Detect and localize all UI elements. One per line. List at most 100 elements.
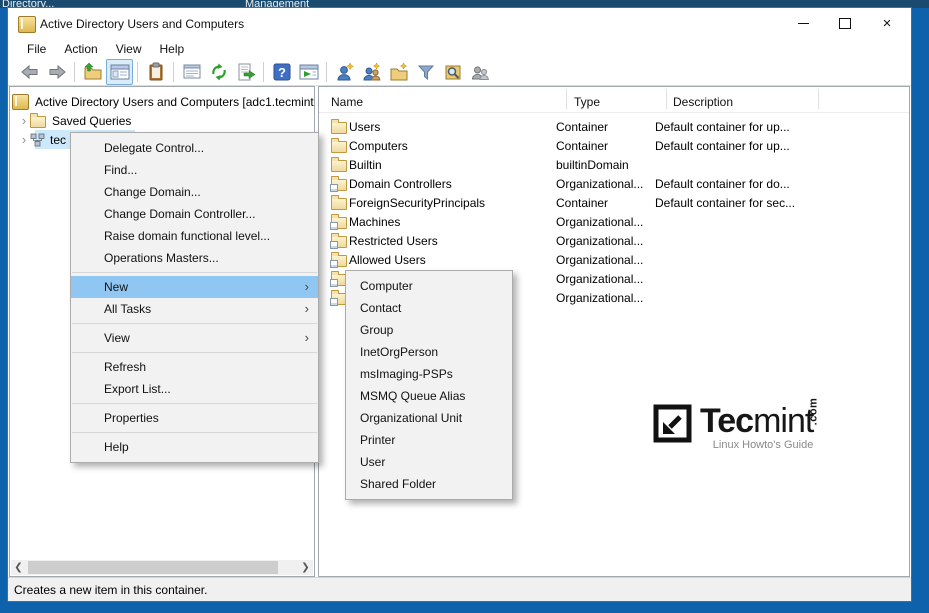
tree-node-label: tec bbox=[50, 132, 67, 147]
console-window-button[interactable] bbox=[295, 59, 322, 85]
menu-item-change-domain-controller[interactable]: Change Domain Controller... bbox=[71, 203, 318, 225]
filter-icon bbox=[417, 65, 434, 80]
submenu-item-organizational-unit[interactable]: Organizational Unit bbox=[346, 407, 512, 429]
menu-item-raise-domain-functional-level[interactable]: Raise domain functional level... bbox=[71, 225, 318, 247]
submenu-item-printer[interactable]: Printer bbox=[346, 429, 512, 451]
expand-chevron-icon[interactable]: › bbox=[18, 132, 30, 147]
new-group-icon bbox=[362, 61, 380, 80]
new-user-icon bbox=[336, 61, 354, 80]
column-divider[interactable] bbox=[566, 89, 567, 109]
back-arrow-icon bbox=[20, 64, 37, 79]
table-row[interactable]: Computers Container Default container fo… bbox=[319, 136, 909, 155]
titlebar[interactable]: Active Directory Users and Computers × bbox=[8, 8, 911, 40]
row-type: Container bbox=[556, 119, 609, 134]
clipboard-button[interactable] bbox=[142, 59, 169, 85]
menu-item-operations-masters[interactable]: Operations Masters... bbox=[71, 247, 318, 269]
menubar: File Action View Help bbox=[8, 40, 921, 58]
forward-button[interactable] bbox=[43, 59, 70, 85]
column-divider[interactable] bbox=[666, 89, 667, 109]
submenu-item-msimaging-psps[interactable]: msImaging-PSPs bbox=[346, 363, 512, 385]
row-type: Organizational... bbox=[556, 214, 644, 229]
table-row[interactable]: Users Container Default container for up… bbox=[319, 117, 909, 136]
toolbar-separator bbox=[326, 61, 327, 82]
menu-item-change-domain[interactable]: Change Domain... bbox=[71, 181, 318, 203]
menu-item-find[interactable]: Find... bbox=[71, 159, 318, 181]
scrollbar-track[interactable] bbox=[26, 560, 298, 575]
menu-item-properties[interactable]: Properties bbox=[71, 407, 318, 429]
advanced-users-button[interactable] bbox=[466, 59, 493, 85]
new-organizational-unit-button[interactable] bbox=[385, 59, 412, 85]
background-window-title-right: Management bbox=[245, 0, 310, 8]
new-group-button[interactable] bbox=[358, 59, 385, 85]
help-icon: ? bbox=[273, 63, 290, 80]
open-parent-folder-icon bbox=[83, 62, 101, 79]
submenu-item-computer[interactable]: Computer bbox=[346, 275, 512, 297]
table-row[interactable]: ForeignSecurityPrincipals Container Defa… bbox=[319, 193, 909, 212]
organizational-unit-icon bbox=[330, 233, 347, 249]
maximize-button[interactable] bbox=[824, 10, 866, 36]
menu-item-export-list[interactable]: Export List... bbox=[71, 378, 318, 400]
refresh-icon bbox=[211, 63, 226, 80]
scroll-left-arrow-icon[interactable]: ❮ bbox=[11, 560, 26, 575]
table-row[interactable]: Machines Organizational... bbox=[319, 212, 909, 231]
table-row[interactable]: Domain Controllers Organizational... Def… bbox=[319, 174, 909, 193]
submenu-item-shared-folder[interactable]: Shared Folder bbox=[346, 473, 512, 495]
menu-action[interactable]: Action bbox=[55, 40, 106, 58]
tree-node-saved-queries[interactable]: › Saved Queries bbox=[18, 111, 131, 130]
row-name: Domain Controllers bbox=[349, 176, 452, 191]
menu-item-delegate-control[interactable]: Delegate Control... bbox=[71, 137, 318, 159]
menu-view[interactable]: View bbox=[107, 40, 151, 58]
row-name: Machines bbox=[349, 214, 401, 229]
row-description: Default container for up... bbox=[655, 138, 790, 153]
list-window-button[interactable] bbox=[178, 59, 205, 85]
row-type: builtinDomain bbox=[556, 157, 629, 172]
close-button[interactable]: × bbox=[866, 10, 908, 36]
menu-item-refresh[interactable]: Refresh bbox=[71, 356, 318, 378]
export-list-button[interactable] bbox=[232, 59, 259, 85]
tree-root-node[interactable]: Active Directory Users and Computers [ad… bbox=[12, 92, 314, 111]
forward-arrow-icon bbox=[49, 64, 66, 79]
table-row[interactable]: Allowed Users Organizational... bbox=[319, 250, 909, 269]
filter-button[interactable] bbox=[412, 59, 439, 85]
submenu-chevron-icon: › bbox=[304, 279, 309, 294]
menu-item-help[interactable]: Help bbox=[71, 436, 318, 458]
domain-icon bbox=[30, 133, 45, 146]
menu-item-view[interactable]: View › bbox=[71, 327, 318, 349]
background-window-titlebar: Directory... Management bbox=[0, 0, 929, 8]
open-parent-folder-button[interactable] bbox=[79, 59, 106, 85]
row-type: Organizational... bbox=[556, 176, 644, 191]
minimize-button[interactable] bbox=[782, 10, 824, 36]
toolbar-separator bbox=[137, 61, 138, 82]
menu-help[interactable]: Help bbox=[151, 40, 194, 58]
tree-node-domain[interactable]: › tec bbox=[18, 130, 66, 149]
column-header-name[interactable]: Name bbox=[331, 95, 574, 109]
menu-item-all-tasks[interactable]: All Tasks › bbox=[71, 298, 318, 320]
submenu-item-inetorgperson[interactable]: InetOrgPerson bbox=[346, 341, 512, 363]
table-row[interactable]: Builtin builtinDomain bbox=[319, 155, 909, 174]
refresh-button[interactable] bbox=[205, 59, 232, 85]
organizational-unit-icon bbox=[330, 252, 347, 268]
column-header-description[interactable]: Description bbox=[673, 95, 909, 109]
submenu-chevron-icon: › bbox=[304, 330, 309, 345]
help-button[interactable]: ? bbox=[268, 59, 295, 85]
column-divider[interactable] bbox=[818, 89, 819, 109]
submenu-item-group[interactable]: Group bbox=[346, 319, 512, 341]
submenu-item-user[interactable]: User bbox=[346, 451, 512, 473]
column-header-type[interactable]: Type bbox=[574, 95, 673, 109]
find-button[interactable] bbox=[439, 59, 466, 85]
background-window-title-left: Directory... bbox=[2, 0, 55, 8]
menu-item-new[interactable]: New › bbox=[71, 276, 318, 298]
submenu-item-msmq-queue-alias[interactable]: MSMQ Queue Alias bbox=[346, 385, 512, 407]
scroll-right-arrow-icon[interactable]: ❯ bbox=[298, 560, 313, 575]
expand-chevron-icon[interactable]: › bbox=[18, 113, 30, 128]
new-user-button[interactable] bbox=[331, 59, 358, 85]
back-button[interactable] bbox=[16, 59, 43, 85]
horizontal-scrollbar[interactable]: ❮ ❯ bbox=[11, 560, 313, 575]
console-tree-toggle-button[interactable] bbox=[106, 58, 133, 85]
list-window-icon bbox=[183, 64, 200, 78]
folder-icon bbox=[331, 195, 347, 210]
scrollbar-thumb[interactable] bbox=[28, 561, 278, 574]
submenu-item-contact[interactable]: Contact bbox=[346, 297, 512, 319]
menu-file[interactable]: File bbox=[18, 40, 55, 58]
table-row[interactable]: Restricted Users Organizational... bbox=[319, 231, 909, 250]
